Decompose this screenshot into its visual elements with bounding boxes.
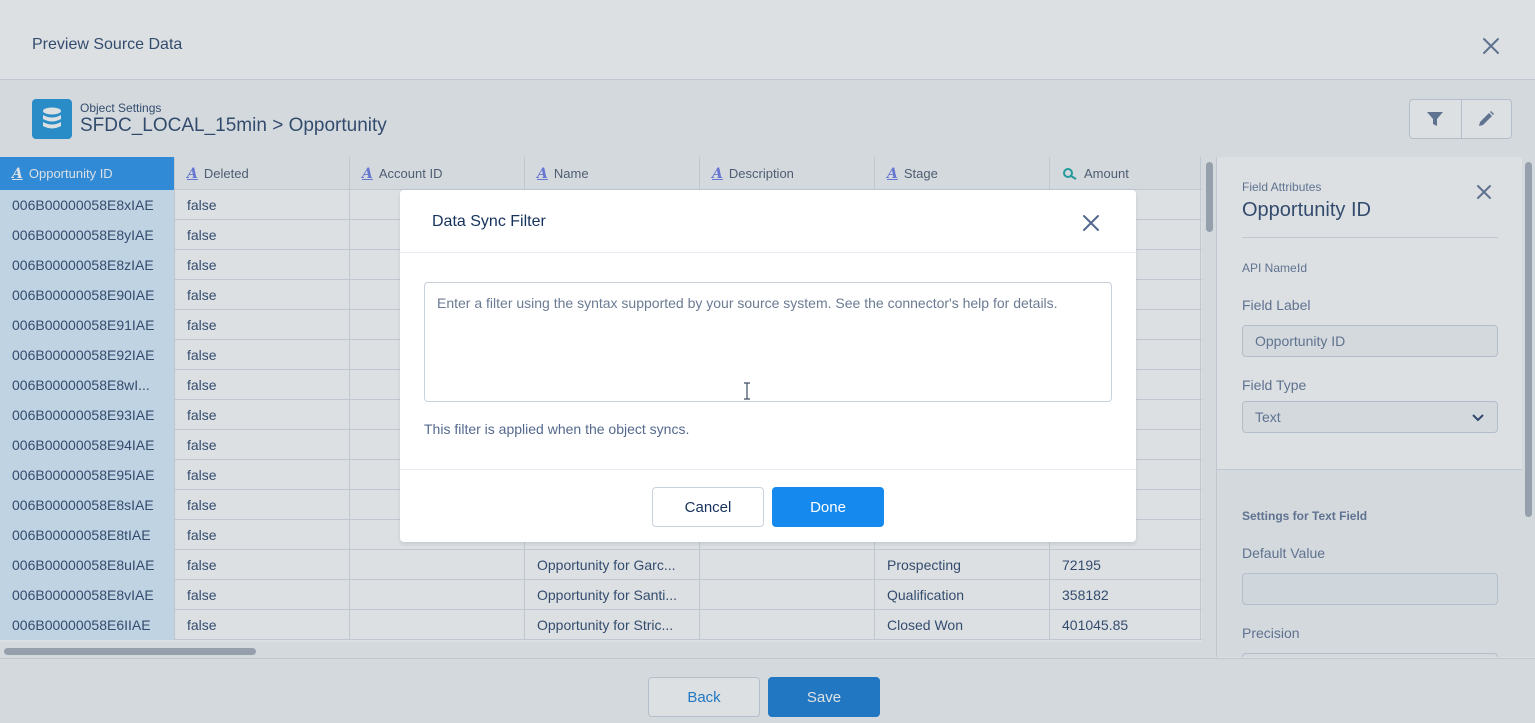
- dialog-footer: Cancel Done: [400, 469, 1136, 542]
- dialog-header: Data Sync Filter: [400, 190, 1136, 253]
- dialog-title: Data Sync Filter: [432, 213, 546, 230]
- done-button[interactable]: Done: [772, 487, 884, 527]
- data-sync-filter-dialog: Data Sync Filter This filter is applied …: [400, 190, 1136, 542]
- filter-help-text: This filter is applied when the object s…: [424, 421, 690, 437]
- text-cursor-icon: [744, 382, 750, 400]
- filter-textarea[interactable]: [424, 282, 1112, 402]
- close-icon[interactable]: [1081, 213, 1101, 233]
- cancel-button[interactable]: Cancel: [652, 487, 764, 527]
